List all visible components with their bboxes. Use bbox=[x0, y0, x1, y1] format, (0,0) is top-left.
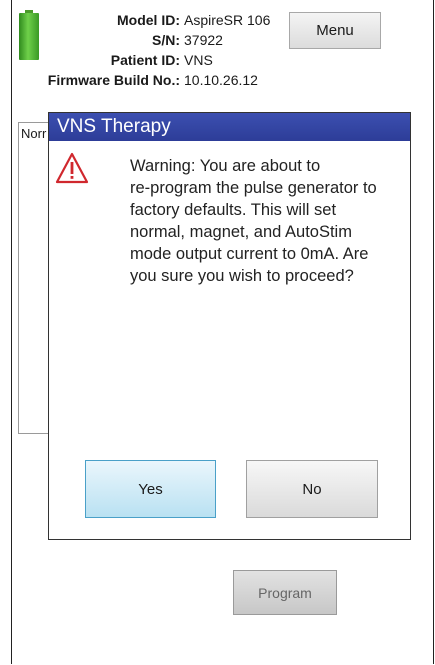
battery-icon bbox=[19, 10, 39, 60]
warning-triangle-icon bbox=[55, 152, 89, 184]
battery-level bbox=[19, 13, 39, 60]
yes-button[interactable]: Yes bbox=[85, 460, 216, 518]
dialog-title: VNS Therapy bbox=[49, 113, 410, 141]
model-id-value: AspireSR 106 bbox=[184, 12, 271, 28]
serial-label: S/N: bbox=[152, 32, 180, 48]
program-button[interactable]: Program bbox=[233, 570, 337, 615]
dialog-message: Warning: You are about to re-program the… bbox=[130, 157, 377, 285]
background-panel-label: Norr bbox=[21, 126, 47, 141]
firmware-value: 10.10.26.12 bbox=[184, 72, 258, 88]
model-id-label: Model ID: bbox=[117, 12, 180, 28]
warning-dialog: VNS Therapy Warning: You are about to re… bbox=[48, 112, 411, 540]
no-button[interactable]: No bbox=[246, 460, 378, 518]
patient-id-value: VNS bbox=[184, 52, 213, 68]
firmware-label: Firmware Build No.: bbox=[47, 72, 180, 88]
serial-value: 37922 bbox=[184, 32, 223, 48]
patient-id-label: Patient ID: bbox=[110, 52, 180, 68]
menu-button[interactable]: Menu bbox=[289, 12, 381, 49]
